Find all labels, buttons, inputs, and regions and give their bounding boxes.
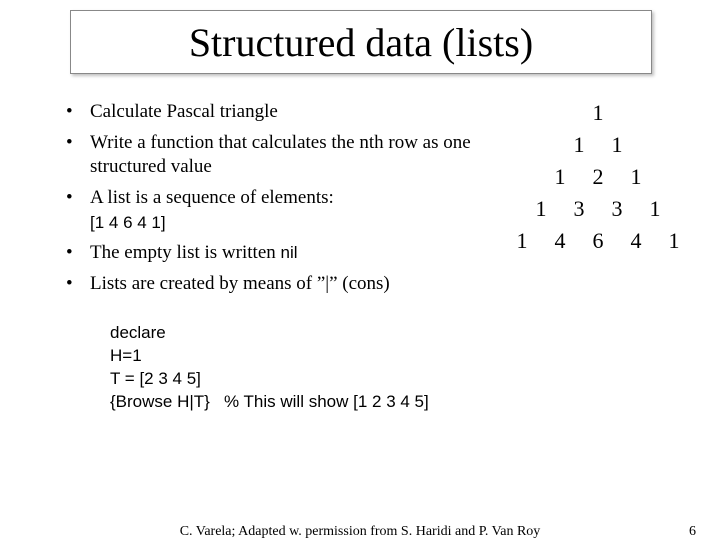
bullet-text: The empty list is written	[90, 242, 281, 263]
page-number: 6	[689, 524, 696, 540]
bullet-text: Lists are created by means of ”|” (cons)	[90, 273, 390, 294]
pascal-cell: 4	[554, 228, 566, 254]
nil-keyword: nil	[281, 243, 298, 262]
pascal-row: 1 2 1	[482, 164, 714, 190]
pascal-cell: 1	[516, 228, 528, 254]
slide-title: Structured data (lists)	[189, 19, 533, 66]
pascal-cell: 4	[630, 228, 642, 254]
pascal-cell: 1	[630, 164, 642, 190]
pascal-cell: 1	[592, 100, 604, 126]
footer-credit: C. Varela; Adapted w. permission from S.…	[0, 524, 720, 540]
code-line: H=1	[110, 345, 429, 368]
pascal-triangle: 1 1 1 1 2 1 1 3 3 1 1 4 6 4 1	[482, 100, 714, 260]
code-line: declare	[110, 322, 429, 345]
title-box: Structured data (lists)	[70, 10, 652, 74]
bullet-text: Write a function that calculates the nth…	[90, 132, 471, 178]
code-line: {Browse H|T} % This will show [1 2 3 4 5…	[110, 391, 429, 414]
code-block: declare H=1 T = [2 3 4 5] {Browse H|T} %…	[110, 322, 429, 414]
bullet-text: Calculate Pascal triangle	[90, 101, 278, 122]
pascal-cell: 1	[535, 196, 547, 222]
pascal-cell: 3	[611, 196, 623, 222]
bullet-list: Calculate Pascal triangle Write a functi…	[62, 100, 492, 303]
bullet-item: Lists are created by means of ”|” (cons)	[62, 272, 492, 297]
bullet-item: Write a function that calculates the nth…	[62, 131, 492, 180]
pascal-row: 1	[482, 100, 714, 126]
pascal-cell: 3	[573, 196, 585, 222]
list-literal: [1 4 6 4 1]	[90, 213, 166, 232]
bullet-text: A list is a sequence of elements:	[90, 187, 334, 208]
pascal-cell: 1	[649, 196, 661, 222]
bullet-item: A list is a sequence of elements: [1 4 6…	[62, 186, 492, 235]
code-line: T = [2 3 4 5]	[110, 368, 429, 391]
pascal-cell: 6	[592, 228, 604, 254]
pascal-cell: 1	[668, 228, 680, 254]
bullet-item: The empty list is written nil	[62, 241, 492, 266]
pascal-cell: 1	[611, 132, 623, 158]
pascal-cell: 1	[554, 164, 566, 190]
pascal-cell: 1	[573, 132, 585, 158]
pascal-row: 1 4 6 4 1	[482, 228, 714, 254]
bullet-item: Calculate Pascal triangle	[62, 100, 492, 125]
pascal-row: 1 3 3 1	[482, 196, 714, 222]
pascal-cell: 2	[592, 164, 604, 190]
pascal-row: 1 1	[482, 132, 714, 158]
